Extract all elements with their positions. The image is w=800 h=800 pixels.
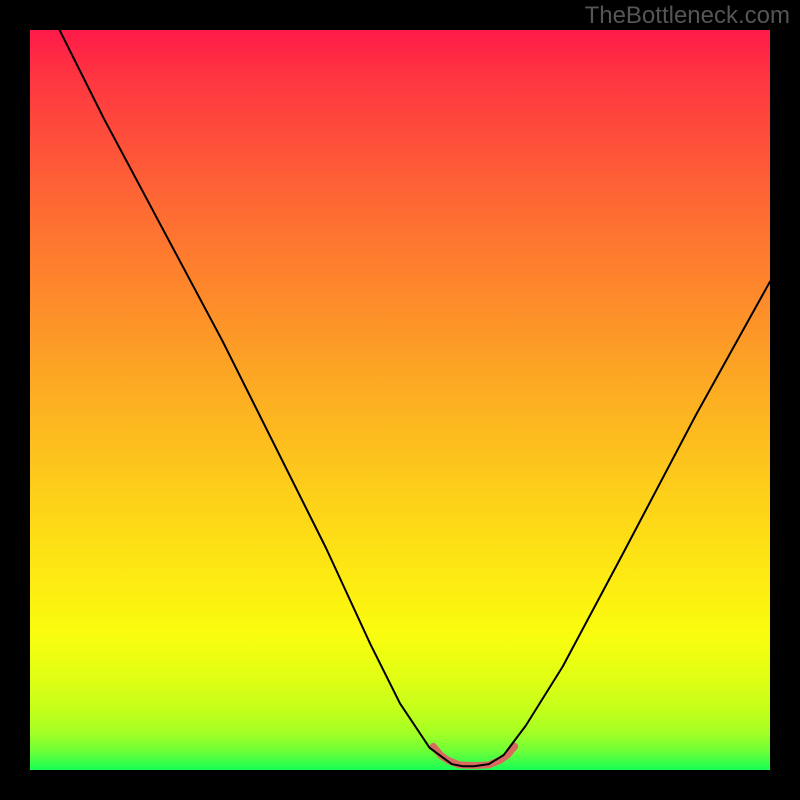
chart-frame: TheBottleneck.com <box>0 0 800 800</box>
plot-area <box>30 30 770 770</box>
chart-lines-svg <box>30 30 770 770</box>
main-curve-line <box>60 30 770 766</box>
watermark-text: TheBottleneck.com <box>585 2 790 30</box>
